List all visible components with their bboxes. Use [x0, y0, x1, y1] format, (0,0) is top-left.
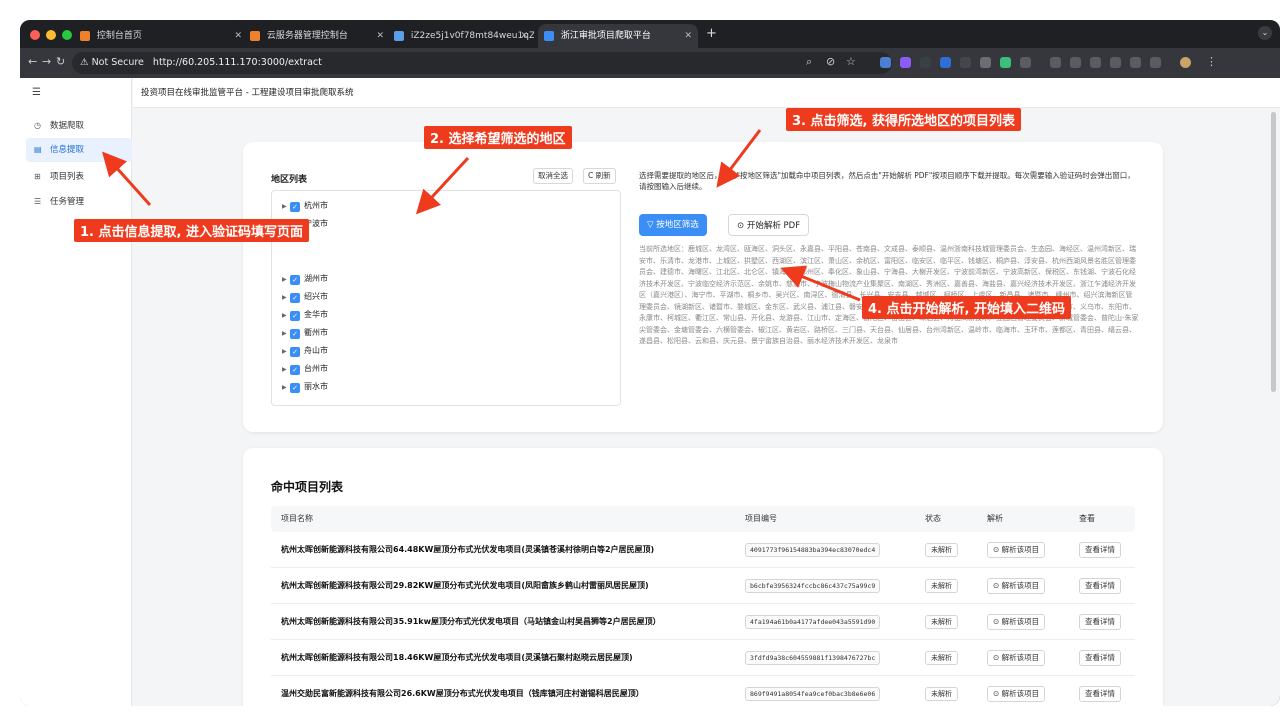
- step2-arrow: [415, 156, 470, 215]
- step1-annotation: 1. 点击信息提取, 进入验证码填写页面: [74, 219, 309, 242]
- step3-annotation: 3. 点击筛选, 获得所选地区的项目列表: [786, 108, 1021, 131]
- step3-arrow: [716, 129, 762, 188]
- annotation-arrows: [101, 129, 861, 302]
- step4-arrow: [780, 265, 861, 302]
- step1-arrow: [101, 151, 152, 207]
- step2-annotation: 2. 选择希望筛选的地区: [424, 126, 572, 149]
- step4-annotation: 4. 点击开始解析, 开始填入二维码: [862, 296, 1071, 319]
